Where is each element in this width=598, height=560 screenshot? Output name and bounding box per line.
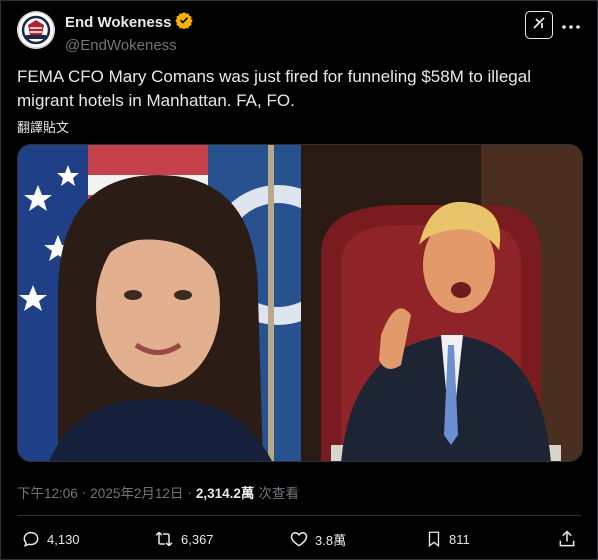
meta-separator: ·: [187, 484, 192, 500]
post-text-line-2: migrant hotels in Manhattan. FA, FO.: [17, 91, 295, 110]
views-count[interactable]: 2,314.2萬: [196, 482, 255, 502]
media-image-right[interactable]: [301, 145, 582, 461]
post-card: End Wokeness @EndWokeness FEMA CFO Mary …: [0, 0, 598, 560]
grok-icon: [531, 15, 547, 36]
divider: [17, 515, 581, 516]
reply-button[interactable]: 4,130: [21, 529, 80, 549]
share-icon: [557, 529, 577, 549]
repost-button[interactable]: 6,367: [153, 529, 214, 549]
reply-count: 4,130: [47, 531, 80, 547]
post-date[interactable]: 2025年2月12日: [90, 482, 183, 502]
bookmark-icon: [425, 529, 443, 549]
post-text-line-1: FEMA CFO Mary Comans was just fired for …: [17, 67, 531, 86]
repost-count: 6,367: [181, 531, 214, 547]
more-options-button[interactable]: [559, 13, 583, 37]
post-text: FEMA CFO Mary Comans was just fired for …: [17, 65, 577, 113]
like-button[interactable]: 3.8萬: [289, 529, 346, 549]
bookmark-button[interactable]: 811: [425, 529, 470, 549]
author-display-name[interactable]: End Wokeness: [65, 14, 171, 31]
views-label: 次查看: [258, 486, 299, 501]
author-name-row[interactable]: End Wokeness: [65, 11, 194, 33]
meta-separator: ·: [81, 484, 87, 500]
author-handle[interactable]: @EndWokeness: [65, 37, 193, 54]
post-media[interactable]: [17, 144, 583, 462]
author-info: End Wokeness @EndWokeness: [65, 11, 194, 54]
reply-icon: [21, 529, 41, 549]
like-count: 3.8萬: [315, 532, 347, 548]
share-button[interactable]: [557, 529, 577, 549]
bookmark-count: 811: [449, 531, 470, 547]
action-bar: 4,130 6,367 3.8萬 811: [17, 525, 581, 555]
author-avatar[interactable]: [17, 11, 55, 49]
post-time[interactable]: 下午12:06: [17, 482, 78, 502]
verified-badge-icon: [175, 11, 194, 33]
media-image-left[interactable]: [18, 145, 348, 461]
repost-icon: [153, 529, 175, 549]
translate-link[interactable]: 翻譯貼文: [17, 117, 69, 136]
more-icon: [562, 16, 580, 34]
grok-button[interactable]: [525, 11, 553, 39]
post-meta: 下午12:06 · 2025年2月12日 · 2,314.2萬 次查看: [17, 482, 299, 502]
like-icon: [289, 529, 309, 549]
